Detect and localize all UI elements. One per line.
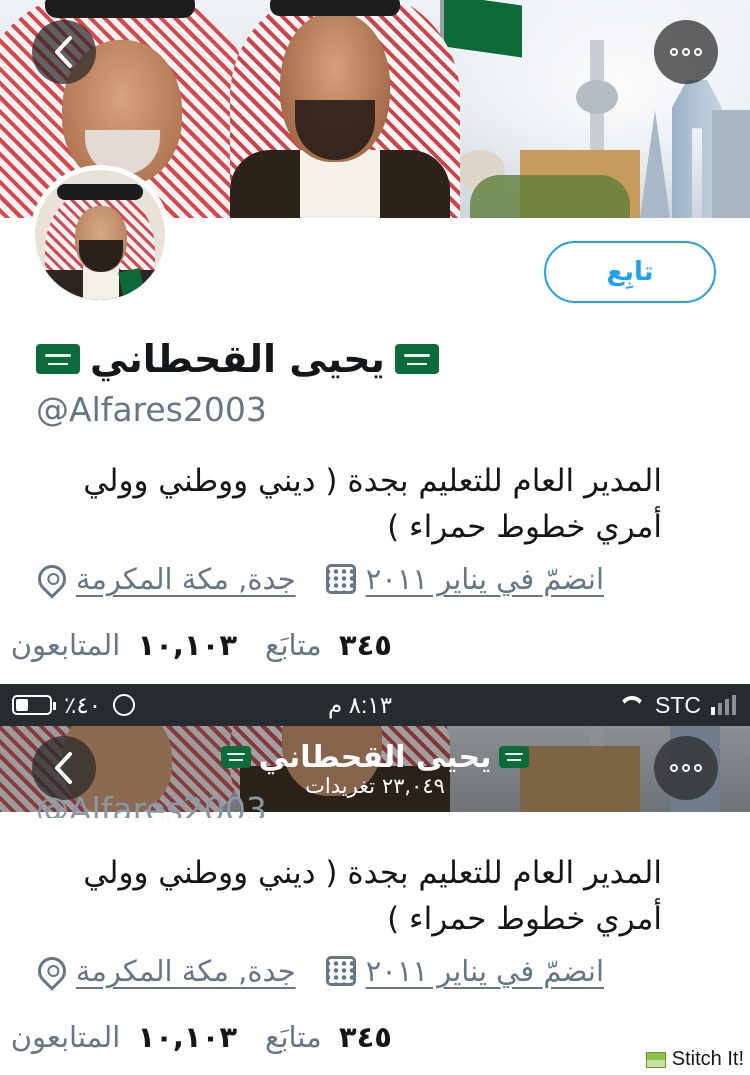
stitch-label: Stitch It!: [671, 1048, 744, 1070]
location-text[interactable]: جدة, مكة المكرمة: [76, 954, 296, 988]
followers-count: ١٠,١٠٣: [137, 628, 238, 662]
join-date-text: انضمّ في يناير ٢٠١١: [365, 954, 604, 988]
saudi-flag-icon: [394, 344, 439, 374]
profile-meta: انضمّ في يناير ٢٠١١ جدة, مكة المكرمة: [32, 951, 604, 991]
display-name-row: يحيى القحطاني: [36, 336, 460, 382]
user-handle-peek: @Alfares2003: [36, 790, 267, 818]
carrier-name: STC: [655, 691, 701, 718]
more-options-button[interactable]: [654, 736, 718, 800]
followers-label: المتابعون: [10, 628, 121, 662]
followers-count: ١٠,١٠٣: [137, 1020, 238, 1054]
location-pin-icon: [32, 559, 72, 599]
more-dots-icon: [670, 764, 702, 772]
bio-line: أمري خطوط حمراء ): [387, 509, 662, 545]
bio-line: المدير العام للتعليم بجدة ( ديني ووطني و…: [83, 855, 662, 891]
stitch-watermark: Stitch It!: [645, 1048, 744, 1071]
status-right: STC: [619, 684, 736, 726]
stitch-icon: [645, 1051, 666, 1068]
status-bar: ٪٤٠ ٨:١٣ م STC: [0, 684, 750, 726]
followers-stat[interactable]: ١٠,١٠٣ المتابعون: [11, 628, 237, 662]
signal-icon: [711, 695, 736, 715]
battery-percent: ٪٤٠: [64, 691, 102, 718]
collapsed-title-row: يحيى القحطاني: [210, 738, 540, 776]
building: [712, 110, 750, 218]
portrait-right-agal: [270, 0, 400, 16]
following-count: ٣٤٥: [338, 628, 392, 662]
following-stat[interactable]: ٣٤٥ متابَع: [265, 628, 392, 662]
following-label: متابَع: [265, 628, 322, 662]
back-button[interactable]: [32, 20, 96, 84]
follow-stats: ٣٤٥ متابَع ١٠,١٠٣ المتابعون: [11, 628, 392, 662]
following-count: ٣٤٥: [338, 1020, 392, 1054]
followers-stat[interactable]: ١٠,١٠٣ المتابعون: [11, 1020, 237, 1054]
bio-line: المدير العام للتعليم بجدة ( ديني ووطني و…: [83, 463, 662, 499]
rotation-lock-icon: [113, 694, 136, 716]
more-options-button[interactable]: [654, 20, 718, 84]
status-time: ٨:١٣ م: [328, 691, 393, 718]
saudi-flag-icon: [220, 746, 251, 768]
location-text[interactable]: جدة, مكة المكرمة: [76, 562, 296, 596]
peek-mask: [36, 818, 336, 822]
wifi-icon: [619, 696, 645, 714]
bio: المدير العام للتعليم بجدة ( ديني ووطني و…: [22, 458, 662, 550]
calendar-icon: [325, 956, 356, 986]
follow-stats: ٣٤٥ متابَع ١٠,١٠٣ المتابعون: [11, 1020, 392, 1054]
saudi-flag-icon: [36, 344, 80, 374]
location[interactable]: جدة, مكة المكرمة: [32, 951, 296, 991]
palm-trees: [470, 175, 630, 218]
avatar[interactable]: [30, 165, 170, 305]
display-name: يحيى القحطاني: [90, 337, 385, 381]
location[interactable]: جدة, مكة المكرمة: [32, 559, 296, 599]
battery-icon: [12, 695, 56, 715]
collapsed-display-name: يحيى القحطاني: [258, 739, 492, 775]
join-date-text: انضمّ في يناير ٢٠١١: [365, 562, 604, 596]
join-date: انضمّ في يناير ٢٠١١: [325, 954, 604, 988]
profile-meta: انضمّ في يناير ٢٠١١ جدة, مكة المكرمة: [32, 559, 604, 599]
portrait-left-agal: [45, 0, 195, 18]
followers-label: المتابعون: [10, 1020, 121, 1054]
status-left: ٪٤٠: [12, 684, 136, 726]
follow-button[interactable]: تابِع: [544, 241, 716, 303]
join-date: انضمّ في يناير ٢٠١١: [325, 562, 604, 596]
chevron-left-icon: [55, 36, 72, 68]
avatar-agal: [57, 184, 143, 200]
tv-tower-top: [576, 80, 618, 114]
user-handle: @Alfares2003: [36, 390, 267, 429]
location-pin-icon: [32, 951, 72, 991]
chevron-left-icon: [55, 752, 72, 784]
calendar-icon: [325, 564, 356, 594]
following-label: متابَع: [265, 1020, 322, 1054]
bio-line: أمري خطوط حمراء ): [387, 901, 662, 937]
saudi-flag-icon: [499, 746, 530, 768]
bio: المدير العام للتعليم بجدة ( ديني ووطني و…: [22, 850, 662, 942]
more-dots-icon: [670, 48, 702, 56]
following-stat[interactable]: ٣٤٥ متابَع: [265, 1020, 392, 1054]
